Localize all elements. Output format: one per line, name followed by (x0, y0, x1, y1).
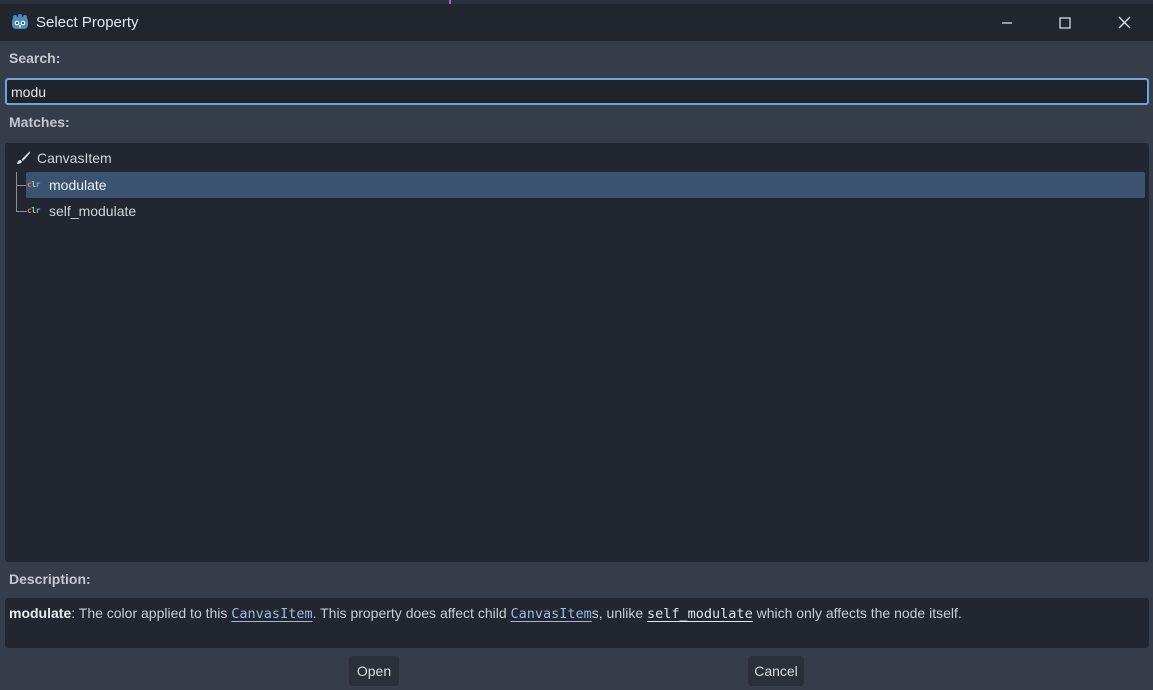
minimize-button[interactable] (978, 4, 1036, 41)
cancel-button[interactable]: Cancel (748, 656, 804, 686)
description-label: Description: (9, 571, 91, 587)
search-input[interactable] (7, 80, 1147, 103)
color-type-icon: clr (27, 180, 41, 189)
description-link-self-modulate[interactable]: self_modulate (647, 606, 753, 622)
description-text: modulate: The color applied to this Canv… (5, 598, 1149, 648)
description-part: : The color applied to this (71, 605, 232, 621)
description-part: which only affects the node itself. (752, 605, 962, 621)
close-icon (1118, 16, 1130, 29)
close-button[interactable] (1095, 4, 1153, 41)
godot-icon (11, 13, 29, 31)
open-button[interactable]: Open (349, 656, 399, 686)
selection-highlight (26, 172, 1145, 198)
description-part: s, unlike (591, 605, 648, 621)
description-term: modulate (9, 605, 72, 621)
tree-item-self-modulate[interactable]: clr self_modulate (5, 198, 1149, 224)
search-field[interactable] (5, 78, 1149, 105)
brush-icon (15, 150, 31, 166)
tree-item-modulate[interactable]: clr modulate (5, 172, 1149, 198)
select-property-dialog: Select Property Search: Matches: (0, 4, 1153, 690)
minimize-icon (1002, 21, 1012, 24)
search-label: Search: (9, 50, 61, 66)
color-type-icon: clr (27, 206, 41, 215)
maximize-button[interactable] (1036, 4, 1094, 41)
tree-item-canvasitem[interactable]: CanvasItem (5, 145, 1149, 171)
title-bar[interactable]: Select Property (0, 4, 1153, 41)
tree-item-label: self_modulate (49, 203, 137, 219)
tree-item-label: modulate (49, 177, 107, 193)
tree-item-label: CanvasItem (37, 150, 112, 166)
description-link-canvasitem[interactable]: CanvasItem (231, 606, 312, 622)
window-title: Select Property (36, 14, 139, 31)
description-part: . This property does affect child (312, 605, 511, 621)
maximize-icon (1059, 16, 1071, 29)
description-link-canvasitem[interactable]: CanvasItem (511, 606, 592, 622)
matches-label: Matches: (9, 114, 70, 130)
matches-tree[interactable]: CanvasItem clr modulate clr self_modulat… (5, 143, 1149, 562)
